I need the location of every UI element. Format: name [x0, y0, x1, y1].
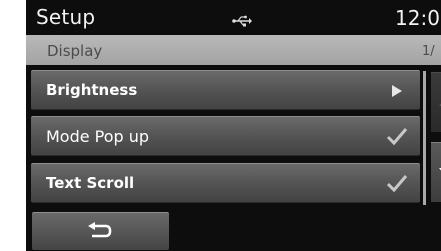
check-icon[interactable] [386, 173, 408, 197]
list-item-label: Brightness [46, 81, 138, 99]
scroll-down-button[interactable] [431, 142, 441, 202]
setup-screen: Setup 12:0 Display 1/ Brightness Mode Po… [26, 0, 441, 251]
list-item-brightness[interactable]: Brightness [31, 70, 420, 110]
back-button[interactable] [32, 212, 169, 250]
list-item-text-scroll[interactable]: Text Scroll [31, 163, 420, 203]
list-item-label: Text Scroll [46, 174, 135, 192]
check-icon[interactable] [386, 126, 408, 150]
arrow-right-icon [392, 85, 402, 97]
subheader: Display 1/ [26, 35, 441, 65]
section-title: Display [47, 42, 103, 60]
back-icon [87, 222, 113, 244]
scroll-up-button[interactable] [431, 72, 441, 132]
screen: Setup 12:0 Display 1/ Brightness Mode Po… [0, 0, 441, 251]
scrollbar[interactable] [423, 71, 426, 205]
status-bar: Setup 12:0 [26, 0, 441, 34]
page-title: Setup [36, 5, 96, 29]
list-item-mode-pop-up[interactable]: Mode Pop up [31, 116, 420, 156]
usb-icon [232, 12, 252, 31]
clock: 12:0 [395, 6, 440, 30]
list-item-label: Mode Pop up [46, 127, 150, 146]
page-indicator: 1/ [422, 44, 435, 59]
